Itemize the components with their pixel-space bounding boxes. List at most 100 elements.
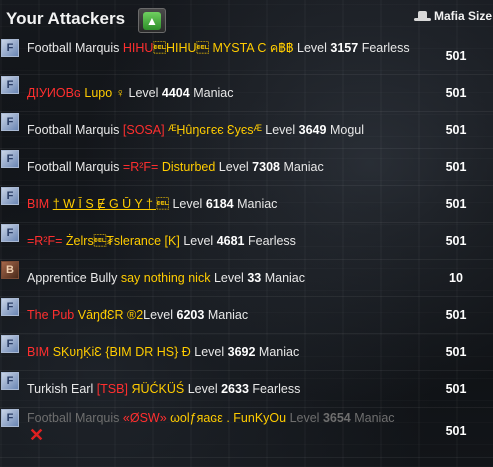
attacker-family[interactable]: [SOSA] [123, 123, 165, 137]
attacker-level: 3157 [330, 41, 359, 55]
player-avatar[interactable]: B [1, 261, 19, 279]
attacker-name[interactable]: Disturbed [162, 160, 216, 174]
attacker-description: Football Marquis «ØSW» ωοlƒяaɢε . FunKyO… [27, 410, 412, 444]
attacker-name[interactable]: ᴭḤûŋɢгєє Ɛуєѕᴭ [168, 123, 262, 137]
attacker-class: Fearless [361, 41, 410, 55]
level-label: Level [143, 308, 174, 322]
player-avatar[interactable]: F [1, 187, 19, 205]
attacker-description: ДІУИОΒɢ Lupo ♀ Level 4404 Maniac [27, 85, 412, 102]
attacker-level: 2633 [221, 382, 249, 396]
player-avatar[interactable]: F [1, 372, 19, 390]
level-label: Level [128, 86, 159, 100]
attacker-level: 33 [247, 271, 262, 285]
attacker-description: =R²F= Żelrs₮slerance [K] Level 4681 Fea… [27, 233, 412, 250]
attacker-family[interactable]: [TSB] [97, 382, 128, 396]
mafia-size-value: 10 [449, 271, 463, 285]
attacker-description: BIM † W Ī S Ɇ G Ū Y †  Level 6184 Mania… [27, 196, 412, 213]
mafia-size-value: 501 [445, 424, 467, 438]
attacker-name[interactable]: Żelrs₮slerance [K] [66, 234, 180, 248]
player-avatar[interactable]: F [1, 224, 19, 242]
attacker-class: Maniac [354, 411, 395, 425]
attacker-name[interactable]: ωοlƒяaɢε . FunKyOu [170, 411, 286, 425]
list-item: F Turkish Earl [TSB] ЯÜĆKÜŚ Level 2633 F… [0, 371, 493, 408]
attacker-level: 4404 [161, 86, 190, 100]
attacker-description: The Pub VāŋđƐR ®2Level 6203 Maniac [27, 307, 412, 324]
attacker-description: Turkish Earl [TSB] ЯÜĆKÜŚ Level 2633 Fea… [27, 381, 412, 398]
attacker-name[interactable]: HIHU MYSTA C ค฿฿ [153, 41, 293, 55]
attacker-family[interactable]: =R²F= [27, 234, 62, 248]
mafia-size-value: 501 [445, 123, 467, 137]
dead-x-icon: ✕ [29, 425, 45, 446]
mafia-size-value: 501 [445, 382, 467, 396]
attacker-family[interactable]: =R²F= [123, 160, 158, 174]
page-title: Your Attackers [6, 9, 126, 28]
list-item: F Football Marquis «ØSW» ωοlƒяaɢε . FunK… [0, 408, 493, 458]
level-label: Level [265, 123, 296, 137]
attacker-class: Maniac [237, 197, 278, 211]
attacker-class: Maniac [258, 345, 300, 359]
mafia-size-value: 501 [445, 160, 467, 174]
attacker-description: BIM SḲʋŋḲiƐ {BIM DR HS} Ɖ Level 3692 Man… [27, 344, 412, 361]
attacker-family[interactable]: HIHU [123, 41, 154, 55]
attacker-rank: Football Marquis [27, 41, 120, 55]
attacker-description: Football Marquis =R²F= Disturbed Level 7… [27, 159, 412, 176]
mafia-size-value: 501 [445, 234, 467, 248]
list-item: B Apprentice Bully say nothing nick Leve… [0, 260, 493, 297]
list-item: F Football Marquis =R²F= Disturbed Level… [0, 149, 493, 186]
level-label: Level [194, 345, 225, 359]
mafia-size-value: 501 [445, 308, 467, 322]
attacker-rank: Apprentice Bully [27, 271, 118, 285]
player-avatar[interactable]: F [1, 39, 19, 57]
attacker-level: 4681 [216, 234, 245, 248]
attacker-level: 6203 [176, 308, 205, 322]
attacker-name[interactable]: VāŋđƐR ®2 [78, 308, 143, 322]
attacker-rank: Football Marquis [27, 160, 120, 174]
attacker-rank: Turkish Earl [27, 382, 94, 396]
list-item: F BIM SḲʋŋḲiƐ {BIM DR HS} Ɖ Level 3692 M… [0, 334, 493, 371]
scroll-up-button[interactable]: ▲ [138, 8, 166, 33]
player-avatar[interactable]: F [1, 409, 19, 427]
mafia-size-label: Mafia Size [434, 9, 493, 23]
mafia-size-value: 501 [445, 197, 467, 211]
attacker-name[interactable]: † W Ī S Ɇ G Ū Y †  [53, 197, 169, 211]
hat-icon [414, 10, 431, 22]
attacker-family[interactable]: BIM [27, 345, 49, 359]
level-label: Level [289, 411, 320, 425]
mafia-size-value: 501 [445, 49, 467, 63]
attacker-rank: The Pub [27, 308, 75, 322]
arrow-up-icon: ▲ [143, 11, 161, 30]
attacker-class: Maniac [283, 160, 324, 174]
list-item: F Football Marquis HIHUHIHU MYSTA C ค฿… [0, 38, 493, 75]
mafia-size-value: 501 [445, 86, 467, 100]
attacker-description: Football Marquis [SOSA] ᴭḤûŋɢгєє Ɛуєѕᴭ L… [27, 122, 412, 139]
player-avatar[interactable]: F [1, 298, 19, 316]
mafia-size-value: 501 [445, 345, 467, 359]
attacker-family[interactable]: ДІУИОΒɢ [27, 86, 81, 100]
attacker-family[interactable]: «ØSW» [123, 411, 167, 425]
list-item: F ДІУИОΒɢ Lupo ♀ Level 4404 Maniac 501 [0, 75, 493, 112]
attacker-rank: Football Marquis [27, 411, 120, 425]
attackers-header: Your Attackers ▲ Mafia Size [0, 0, 493, 38]
attacker-rank: Football Marquis [27, 123, 120, 137]
player-avatar[interactable]: F [1, 113, 19, 131]
attacker-name[interactable]: ЯÜĆKÜŚ [131, 382, 184, 396]
attacker-description: Football Marquis HIHUHIHU MYSTA C ค฿฿ … [27, 40, 412, 57]
level-label: Level [218, 160, 249, 174]
list-item: F BIM † W Ī S Ɇ G Ū Y †  Level 6184 Man… [0, 186, 493, 223]
attacker-class: Fearless [252, 382, 301, 396]
list-item: F Football Marquis [SOSA] ᴭḤûŋɢгєє Ɛуєѕᴭ… [0, 112, 493, 149]
attackers-list: F Football Marquis HIHUHIHU MYSTA C ค฿… [0, 38, 493, 458]
attacker-level: 6184 [205, 197, 234, 211]
attacker-name[interactable]: SḲʋŋḲiƐ {BIM DR HS} Ɖ [53, 345, 191, 359]
player-avatar[interactable]: F [1, 150, 19, 168]
attacker-description: Apprentice Bully say nothing nick Level … [27, 270, 412, 287]
attacker-name[interactable]: say nothing nick [121, 271, 211, 285]
attacker-family[interactable]: BIM [27, 197, 49, 211]
attacker-name[interactable]: Lupo ♀ [84, 86, 125, 100]
attacker-class: Mogul [329, 123, 364, 137]
list-item: F The Pub VāŋđƐR ®2Level 6203 Maniac 501 [0, 297, 493, 334]
list-item: F =R²F= Żelrs₮slerance [K] Level 4681 F… [0, 223, 493, 260]
player-avatar[interactable]: F [1, 76, 19, 94]
player-avatar[interactable]: F [1, 335, 19, 353]
level-label: Level [297, 41, 327, 55]
